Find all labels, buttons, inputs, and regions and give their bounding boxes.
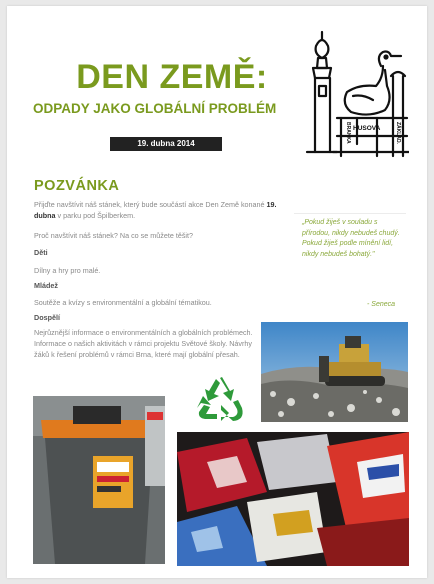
intro-text-end: v parku pod Špilberkem. — [55, 211, 136, 220]
landfill-bulldozer-photo — [261, 322, 408, 422]
logo-text-husova: HUSOVA — [353, 125, 381, 132]
event-date: 19. dubna 2014 — [110, 137, 222, 151]
crushed-cans-trash-photo — [177, 432, 409, 566]
quote-text: „Pokud žiješ v souladu s přírodou, nikdy… — [302, 219, 400, 258]
section-label-adults: Dospělí — [34, 313, 60, 322]
section-label-youth: Mládež — [34, 281, 58, 290]
recycle-icon — [197, 377, 243, 421]
invitation-page: HUSOVA BRANKA ZÁKLAD. DEN ZEMĚ: ODPADY J… — [7, 6, 427, 578]
logo-text-branka: BRANKA — [345, 122, 351, 144]
quote-author: - Seneca — [367, 301, 396, 308]
waste-bin-photo — [33, 396, 165, 564]
question-text: Proč navštívit náš stánek? Na co se může… — [34, 231, 193, 240]
intro-text: Přijďte navštívit náš stánek, který bude… — [34, 199, 289, 221]
page-title: DEN ZEMĚ: — [76, 58, 268, 96]
section-label-children: Děti — [34, 248, 48, 257]
invitation-heading: POZVÁNKA — [34, 178, 120, 194]
section-text-adults: Nejrůznější informace o environmentálníc… — [34, 328, 253, 359]
section-text-youth: Soutěže a kvízy s environmentální a glob… — [34, 298, 212, 307]
intro-text-start: Přijďte navštívit náš stánek, který bude… — [34, 200, 267, 209]
page-subtitle: ODPADY JAKO GLOBÁLNÍ PROBLÉM — [33, 101, 277, 116]
section-text-children: Dílny a hry pro malé. — [34, 266, 101, 275]
logo-text-zaklad: ZÁKLAD. — [395, 122, 402, 145]
